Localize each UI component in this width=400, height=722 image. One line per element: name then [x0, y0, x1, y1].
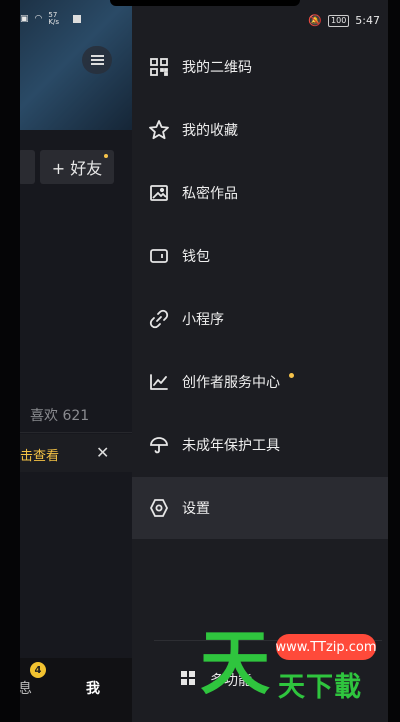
menu-item-settings[interactable]: 设置 [132, 477, 390, 539]
new-dot [289, 373, 294, 378]
menu-item-label: 未成年保护工具 [182, 438, 280, 454]
menu-item-mini-program[interactable]: 小程序 [132, 288, 390, 350]
menu-item-creator-center[interactable]: 创作者服务中心 [132, 351, 390, 413]
close-icon[interactable]: ✕ [96, 443, 109, 462]
mute-icon: 🔕 [308, 14, 323, 27]
status-bar-left: ▣ ◠ 57 K/s [20, 12, 81, 26]
menu-icon [90, 59, 104, 61]
chart-icon [148, 371, 170, 393]
sim-icon: ▣ [20, 14, 29, 24]
menu-item-minor-protection[interactable]: 未成年保护工具 [132, 414, 390, 476]
menu-item-qr-code[interactable]: 我的二维码 [132, 36, 390, 98]
umbrella-icon [148, 434, 170, 456]
watermark-text: 天下載 [278, 672, 362, 703]
notification-icon [72, 15, 81, 23]
hamburger-menu-button[interactable] [82, 46, 112, 74]
watermark-url: www.TTzip.com [275, 634, 377, 660]
qr-code-icon [148, 56, 170, 78]
star-icon [148, 119, 170, 141]
link-icon [148, 308, 170, 330]
menu-item-label: 小程序 [182, 312, 224, 328]
divider [18, 432, 133, 433]
menu-item-label: 设置 [182, 501, 210, 517]
edit-profile-button[interactable] [18, 150, 35, 184]
tab-me[interactable]: 我 [86, 678, 100, 698]
watermark-logo: 天 [200, 622, 270, 704]
add-friend-label: + 好友 [51, 159, 103, 178]
grid-icon [180, 670, 196, 686]
notice-link[interactable]: 击查看 [20, 445, 59, 464]
settings-icon [148, 497, 170, 519]
menu-item-wallet[interactable]: 钱包 [132, 225, 390, 287]
new-dot [104, 154, 108, 158]
network-speed: 57 K/s [48, 11, 59, 26]
menu-item-label: 私密作品 [182, 186, 238, 202]
tab-messages[interactable]: 息 [18, 678, 32, 698]
menu-item-label: 我的二维码 [182, 60, 252, 76]
menu-item-favorites[interactable]: 我的收藏 [132, 99, 390, 161]
wifi-icon: ◠ [34, 14, 43, 24]
add-friend-button[interactable]: + 好友 [40, 150, 114, 184]
likes-tab[interactable]: 喜欢 621 [30, 405, 89, 425]
right-bezel [388, 0, 400, 722]
battery-indicator: 100 [328, 14, 350, 27]
side-drawer: 🔕 100 5:47 我的二维码 我的收藏 私密作品 钱包 小程序 创作者服务中… [132, 0, 390, 722]
profile-page-underlay [18, 0, 133, 722]
left-bezel [0, 0, 20, 722]
camera-notch [110, 0, 300, 6]
menu-item-private-works[interactable]: 私密作品 [132, 162, 390, 224]
wallet-icon [148, 245, 170, 267]
clock: 5:47 [355, 14, 380, 27]
menu-item-label: 创作者服务中心 [182, 375, 280, 391]
message-badge: 4 [30, 662, 46, 678]
status-bar-right: 🔕 100 5:47 [308, 14, 380, 27]
menu-item-label: 钱包 [182, 249, 210, 265]
menu-item-label: 我的收藏 [182, 123, 238, 139]
phone-screen: ▣ ◠ 57 K/s + 好友 喜欢 621 击查看 ✕ 息 4 我 🔕 100… [0, 0, 400, 722]
image-icon [148, 182, 170, 204]
